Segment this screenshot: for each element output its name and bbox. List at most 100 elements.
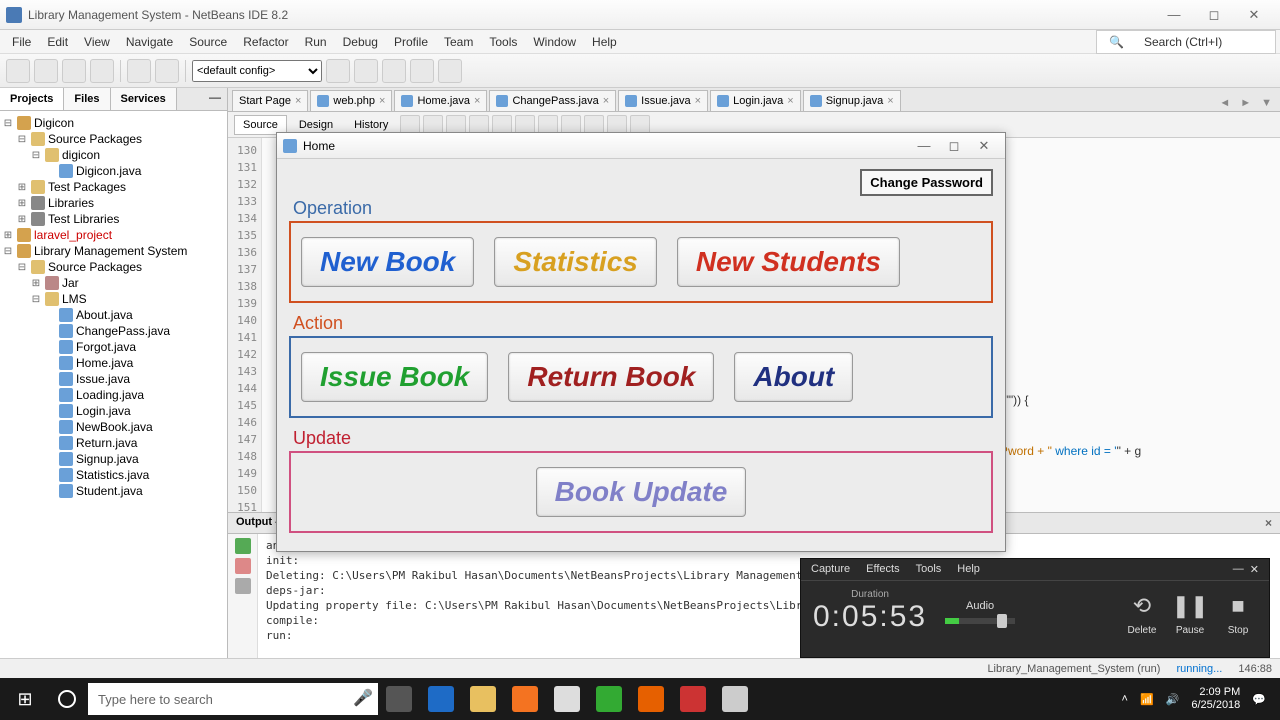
clean-build-button[interactable]	[354, 59, 378, 83]
tree-file[interactable]: Home.java	[76, 356, 133, 370]
task-view-icon[interactable]	[378, 678, 420, 720]
cortana-icon[interactable]	[46, 678, 88, 720]
recorder-icon[interactable]	[672, 678, 714, 720]
recorder-menu-capture[interactable]: Capture	[811, 563, 850, 576]
tab-signupjava[interactable]: Signup.java×	[803, 90, 901, 111]
menu-navigate[interactable]: Navigate	[118, 32, 181, 52]
quick-search[interactable]: 🔍 Search (Ctrl+I)	[1096, 30, 1276, 54]
build-button[interactable]	[326, 59, 350, 83]
close-icon[interactable]: ×	[603, 95, 609, 107]
tab-services[interactable]: Services	[111, 88, 177, 110]
taskbar-search[interactable]: Type here to search	[88, 683, 348, 715]
config-select[interactable]: <default config>	[192, 60, 322, 82]
menu-edit[interactable]: Edit	[39, 32, 76, 52]
tab-changepass[interactable]: ChangePass.java×	[489, 90, 616, 111]
menu-refactor[interactable]: Refactor	[235, 32, 296, 52]
new-file-button[interactable]	[6, 59, 30, 83]
notifications-icon[interactable]: 💬	[1252, 693, 1266, 706]
menu-tools[interactable]: Tools	[481, 32, 525, 52]
menu-profile[interactable]: Profile	[386, 32, 436, 52]
menu-file[interactable]: File	[4, 32, 39, 52]
stop-icon[interactable]	[235, 558, 251, 574]
menu-window[interactable]: Window	[525, 32, 584, 52]
tree-file[interactable]: About.java	[76, 308, 133, 322]
tray-up-icon[interactable]: ˄	[1122, 693, 1128, 705]
network-icon[interactable]: 📶	[1140, 693, 1154, 706]
return-book-button[interactable]: Return Book	[508, 352, 714, 402]
new-project-button[interactable]	[34, 59, 58, 83]
recorder-menu-effects[interactable]: Effects	[866, 563, 899, 576]
tree-digicon-java[interactable]: Digicon.java	[76, 164, 141, 178]
tree-file[interactable]: Return.java	[76, 436, 137, 450]
xampp-icon[interactable]	[504, 678, 546, 720]
clock[interactable]: 2:09 PM 6/25/2018	[1191, 686, 1240, 712]
tree-file[interactable]: Forgot.java	[76, 340, 136, 354]
tree-file[interactable]: NewBook.java	[76, 420, 153, 434]
menu-source[interactable]: Source	[181, 32, 235, 52]
tree-src-pkg[interactable]: Source Packages	[48, 132, 142, 146]
issue-book-button[interactable]: Issue Book	[301, 352, 488, 402]
mic-icon[interactable]: 🎤	[348, 683, 378, 715]
tree-file[interactable]: Student.java	[76, 484, 143, 498]
settings-icon[interactable]	[235, 578, 251, 594]
close-icon[interactable]: ×	[379, 95, 385, 107]
home-close[interactable]: ✕	[969, 138, 999, 154]
tab-files[interactable]: Files	[64, 88, 110, 110]
tree-laravel[interactable]: laravel_project	[34, 228, 112, 242]
tree-lms-pkg[interactable]: LMS	[62, 292, 87, 306]
audio-slider[interactable]	[945, 618, 1015, 624]
tree-file[interactable]: Login.java	[76, 404, 131, 418]
tree-test-pkg[interactable]: Test Packages	[48, 180, 126, 194]
minimize-button[interactable]: —	[1154, 4, 1194, 26]
next-tab-icon[interactable]: ►	[1236, 95, 1255, 111]
recorder-stop[interactable]: ■Stop	[1219, 587, 1257, 636]
tree-file[interactable]: Statistics.java	[76, 468, 149, 482]
statistics-button[interactable]: Statistics	[494, 237, 657, 287]
recorder-menu-tools[interactable]: Tools	[916, 563, 942, 576]
explorer-icon[interactable]	[462, 678, 504, 720]
tab-issuejava[interactable]: Issue.java×	[618, 90, 708, 111]
close-icon[interactable]: ×	[295, 95, 301, 107]
system-tray[interactable]: ˄ 📶 🔊 2:09 PM 6/25/2018 💬	[1122, 686, 1276, 712]
prev-tab-icon[interactable]: ◄	[1215, 95, 1234, 111]
home-minimize[interactable]: —	[909, 138, 939, 153]
tree-jar[interactable]: Jar	[62, 276, 79, 290]
run-project-button[interactable]	[382, 59, 406, 83]
close-icon[interactable]: ×	[787, 95, 793, 107]
menu-run[interactable]: Run	[297, 32, 335, 52]
tree-test-lib[interactable]: Test Libraries	[48, 212, 119, 226]
menu-debug[interactable]: Debug	[335, 32, 386, 52]
new-book-button[interactable]: New Book	[301, 237, 474, 287]
recorder-close[interactable]: ✕	[1250, 563, 1259, 576]
firefox-icon[interactable]	[630, 678, 672, 720]
redo-button[interactable]	[155, 59, 179, 83]
home-titlebar[interactable]: Home — ◻ ✕	[277, 133, 1005, 159]
recorder-delete[interactable]: ⟲Delete	[1123, 587, 1161, 636]
tree-file[interactable]: Signup.java	[76, 452, 139, 466]
tree-file[interactable]: Loading.java	[76, 388, 144, 402]
save-all-button[interactable]	[90, 59, 114, 83]
tree-digicon[interactable]: Digicon	[34, 116, 74, 130]
book-update-button[interactable]: Book Update	[536, 467, 747, 517]
rerun-icon[interactable]	[235, 538, 251, 554]
close-button[interactable]: ✕	[1234, 4, 1274, 26]
tree-src-pkg2[interactable]: Source Packages	[48, 260, 142, 274]
volume-icon[interactable]: 🔊	[1166, 693, 1180, 706]
tree-lms[interactable]: Library Management System	[34, 244, 187, 258]
close-icon[interactable]: ×	[695, 95, 701, 107]
project-tree[interactable]: ⊟Digicon ⊟Source Packages ⊟digicon Digic…	[0, 111, 227, 695]
tree-file[interactable]: Issue.java	[76, 372, 130, 386]
menu-help[interactable]: Help	[584, 32, 625, 52]
tab-webphp[interactable]: web.php×	[310, 90, 392, 111]
about-button[interactable]: About	[734, 352, 853, 402]
camtasia-icon[interactable]	[588, 678, 630, 720]
tab-loginjava[interactable]: Login.java×	[710, 90, 801, 111]
start-button[interactable]: ⊞	[4, 678, 46, 720]
change-password-button[interactable]: Change Password	[860, 169, 993, 196]
panel-minimize[interactable]: —	[203, 88, 227, 110]
maximize-button[interactable]: ◻	[1194, 4, 1234, 26]
close-icon[interactable]: ×	[887, 95, 893, 107]
profile-button[interactable]	[438, 59, 462, 83]
menu-view[interactable]: View	[76, 32, 118, 52]
close-icon[interactable]: ×	[474, 95, 480, 107]
